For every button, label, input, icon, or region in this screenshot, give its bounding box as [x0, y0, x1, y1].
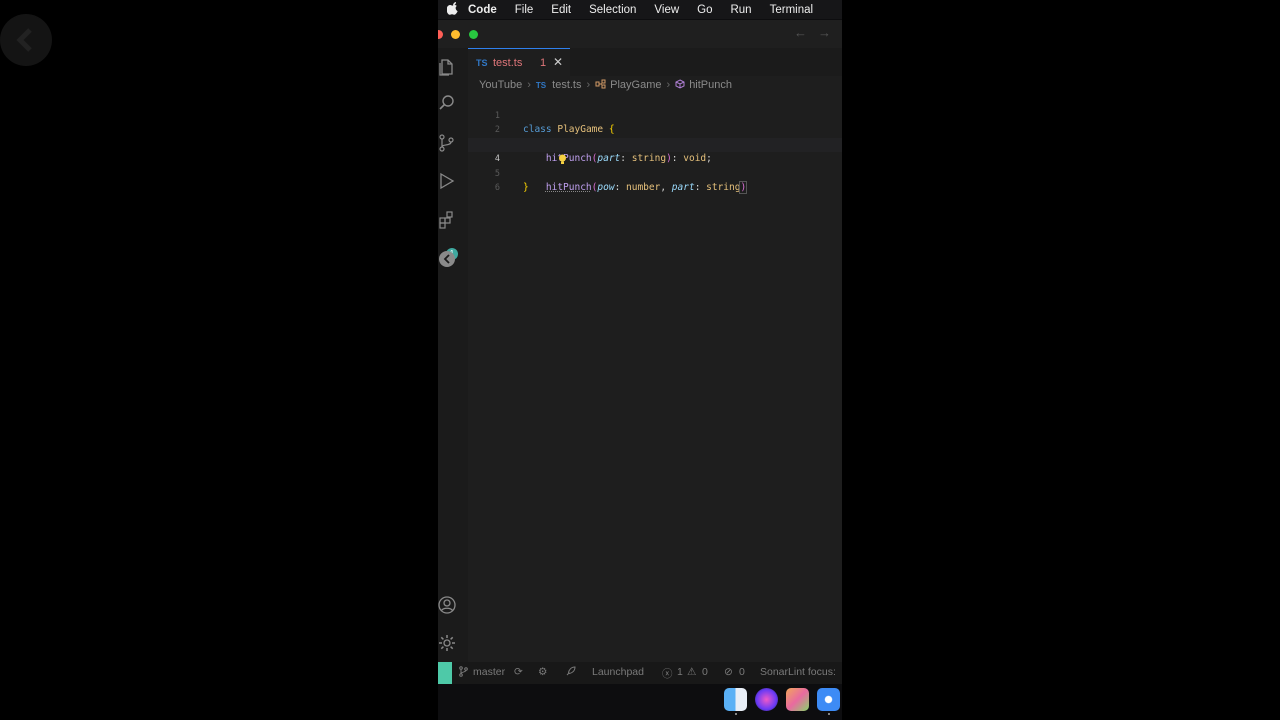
code-line[interactable]: 5 } — [468, 152, 842, 194]
menu-bar: Code File Edit Selection View Go Run Ter… — [438, 0, 842, 19]
tab-test-ts[interactable]: TS test.ts 1 ✕ — [468, 48, 570, 76]
breadcrumb-class[interactable]: PlayGame — [610, 79, 661, 91]
menu-terminal[interactable]: Terminal — [770, 4, 813, 16]
apple-menu-icon[interactable] — [438, 1, 468, 18]
sync-icon[interactable]: ⟳ — [514, 666, 523, 678]
typescript-file-icon: TS — [535, 80, 547, 90]
method-symbol-icon — [675, 78, 685, 92]
chevron-right-icon: › — [666, 79, 671, 91]
siri-icon[interactable] — [755, 688, 778, 711]
code-line[interactable]: 3 hitPunch(part: string): void; — [468, 123, 842, 165]
search-icon[interactable] — [438, 94, 456, 112]
branch-icon — [459, 666, 468, 680]
minimize-window-button[interactable] — [451, 30, 460, 39]
extension-status-icon[interactable]: ⚙ — [538, 666, 547, 678]
tab-close-icon[interactable]: ✕ — [553, 55, 563, 69]
code-text: } — [523, 182, 529, 193]
error-icon: ⓧ — [662, 668, 673, 680]
code-text: hitPunch(pow: number, part: string) — [545, 181, 748, 194]
code-line-current[interactable]: 4 hitPunch(pow: number, part: string) — [468, 137, 842, 194]
breadcrumb: YouTube › TS test.ts › PlayGame › hitPun… — [468, 76, 842, 94]
safari-icon[interactable] — [817, 688, 840, 711]
status-bar: master ⟳ ⚙ Launchpad ⓧ 1 ⚠ 0 ⊘ 0 SonarLi… — [438, 662, 842, 684]
chevron-right-icon: › — [586, 79, 591, 91]
menu-edit[interactable]: Edit — [551, 4, 571, 16]
git-branch-name[interactable]: master — [473, 666, 505, 678]
warning-count[interactable]: 0 — [702, 666, 708, 678]
sonarlint-status[interactable]: SonarLint focus: — [760, 666, 836, 678]
launchpad-label[interactable]: Launchpad — [592, 666, 644, 678]
code-line[interactable]: 2 hitPunch(pow: number): void; — [468, 109, 842, 150]
code-line[interactable]: 1 class PlayGame { — [468, 94, 842, 136]
screen: Code File Edit Selection View Go Run Ter… — [438, 0, 842, 720]
info-icon: ⊘ — [724, 666, 733, 678]
breadcrumb-method[interactable]: hitPunch — [689, 79, 732, 91]
warning-icon: ⚠ — [687, 666, 697, 678]
back-arrow-icon[interactable]: ← — [794, 25, 807, 40]
remote-icon[interactable] — [438, 250, 456, 268]
launchpad-icon[interactable] — [786, 688, 809, 711]
menu-go[interactable]: Go — [697, 4, 712, 16]
code-line[interactable]: 6 — [468, 167, 842, 193]
tab-filename: test.ts — [493, 57, 523, 69]
source-control-icon[interactable] — [438, 134, 456, 152]
finder-icon[interactable] — [724, 688, 747, 711]
code-editor[interactable]: 1 class PlayGame { 2 hitPunch(pow: numbe… — [468, 94, 842, 662]
run-debug-icon[interactable] — [438, 172, 456, 190]
typescript-file-icon: TS — [476, 58, 488, 68]
close-window-button[interactable] — [438, 30, 443, 39]
menu-run[interactable]: Run — [730, 4, 751, 16]
error-count[interactable]: 1 — [677, 666, 683, 678]
menu-file[interactable]: File — [515, 4, 534, 16]
account-icon[interactable] — [438, 596, 456, 614]
extensions-icon[interactable] — [438, 211, 456, 229]
rocket-icon — [565, 666, 576, 680]
running-indicator — [735, 713, 737, 715]
breadcrumb-file[interactable]: test.ts — [552, 79, 581, 91]
tab-problem-count: 1 — [540, 57, 547, 69]
line-number: 6 — [494, 183, 500, 193]
menu-app-name[interactable]: Code — [468, 4, 497, 16]
remote-indicator-button[interactable] — [438, 662, 452, 684]
tab-bar: TS test.ts 1 ✕ — [468, 48, 842, 76]
class-symbol-icon — [595, 79, 606, 92]
title-bar: ← → — [438, 20, 842, 48]
chevron-right-icon: › — [527, 79, 531, 91]
forward-arrow-icon[interactable]: → — [818, 25, 831, 40]
background-logo-icon — [0, 14, 52, 66]
vscode-window: ← → 1 — [438, 20, 842, 684]
running-indicator — [828, 713, 830, 715]
info-count[interactable]: 0 — [739, 666, 745, 678]
explorer-icon[interactable] — [438, 58, 456, 76]
breadcrumb-folder[interactable]: YouTube — [479, 79, 522, 91]
settings-gear-icon[interactable] — [438, 634, 456, 652]
dock — [723, 684, 842, 715]
zoom-window-button[interactable] — [469, 30, 478, 39]
menu-view[interactable]: View — [654, 4, 679, 16]
activity-bar: 1 — [438, 48, 468, 662]
menu-selection[interactable]: Selection — [589, 4, 636, 16]
